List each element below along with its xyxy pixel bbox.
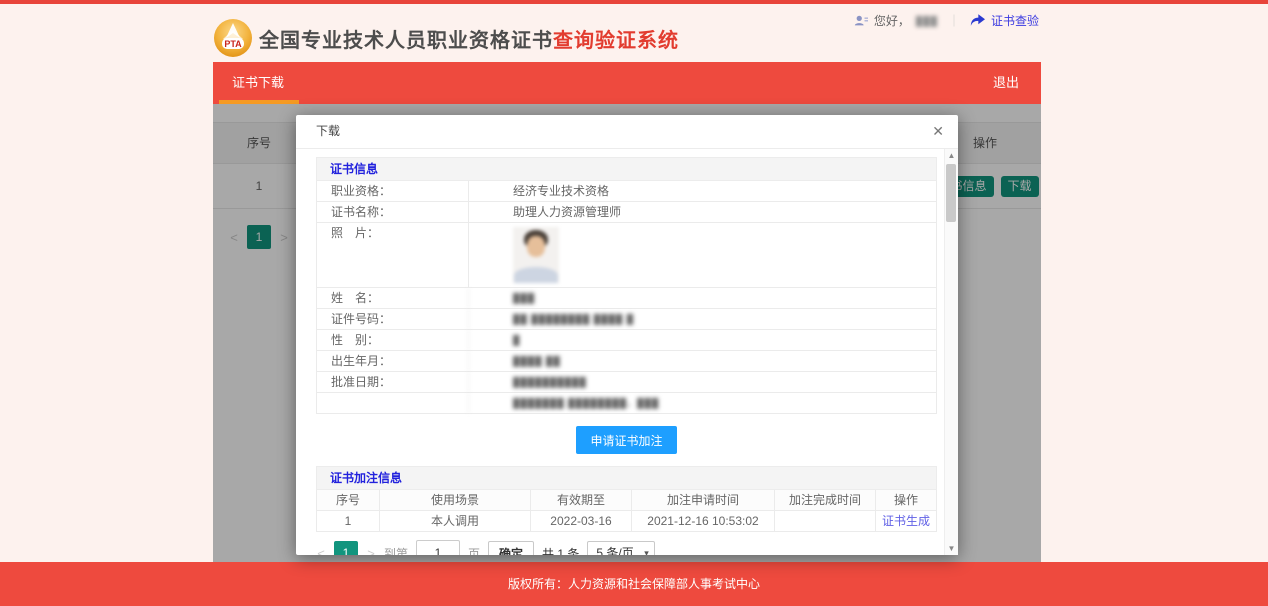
prev-page-arrow[interactable]: < bbox=[316, 546, 326, 556]
jump-label: 到第 bbox=[384, 545, 408, 556]
annotation-section-title: 证书加注信息 bbox=[316, 466, 937, 490]
certificate-verify-link[interactable]: 证书查验 bbox=[991, 12, 1039, 29]
page: PTA 全国专业技术人员职业资格证书查询验证系统 您好， ███ ｜ 证书查验 … bbox=[0, 0, 1268, 606]
info-value-redacted: ████ ██ bbox=[468, 351, 936, 371]
info-label: 性 别： bbox=[317, 330, 468, 350]
info-label: 证书名称： bbox=[317, 202, 468, 222]
info-row-qualification: 职业资格： 经济专业技术资格 bbox=[317, 181, 936, 202]
info-row-cert-name: 证书名称： 助理人力资源管理师 bbox=[317, 202, 936, 223]
userbar-separator: ｜ bbox=[948, 12, 960, 29]
scrollbar-up-icon[interactable]: ▲ bbox=[945, 149, 958, 162]
modal-body: 证书信息 职业资格： 经济专业技术资格 证书名称： 助理人力资源管理师 照 片： bbox=[296, 149, 945, 555]
info-value-redacted: ██ ████████ ████ █ bbox=[468, 309, 936, 329]
scrollbar-down-icon[interactable]: ▼ bbox=[945, 542, 958, 555]
info-row-approval-date: 批准日期： ██████████ bbox=[317, 372, 936, 393]
site-title-accent: 查询验证系统 bbox=[553, 30, 679, 52]
download-modal: 下载 ✕ 证书信息 职业资格： 经济专业技术资格 证书名称： 助理人力资源管理师… bbox=[296, 115, 958, 555]
cell-seq: 1 bbox=[317, 511, 380, 531]
user-icon bbox=[854, 14, 868, 28]
next-page-arrow[interactable]: > bbox=[366, 546, 376, 556]
info-row-id-number: 证件号码： ██ ████████ ████ █ bbox=[317, 309, 936, 330]
tab-certificate-download[interactable]: 证书下载 bbox=[215, 62, 301, 104]
modal-header: 下载 ✕ bbox=[296, 115, 958, 149]
site-title: 全国专业技术人员职业资格证书查询验证系统 bbox=[259, 24, 679, 53]
jump-page-input[interactable] bbox=[416, 540, 460, 555]
col-seq: 序号 bbox=[317, 490, 380, 510]
chevron-down-icon: ▾ bbox=[644, 542, 649, 555]
modal-scrollbar[interactable]: ▲ ▼ bbox=[944, 149, 958, 555]
tab-certificate-download-label: 证书下载 bbox=[232, 75, 284, 90]
page-size-value: 5 条/页 bbox=[596, 546, 633, 555]
close-icon[interactable]: ✕ bbox=[932, 115, 944, 148]
site-title-main: 全国专业技术人员职业资格证书 bbox=[259, 30, 553, 52]
page-size-select[interactable]: 5 条/页 ▾ bbox=[587, 541, 654, 555]
apply-button-row: 申请证书加注 bbox=[316, 426, 937, 454]
col-use-scene: 使用场景 bbox=[380, 490, 531, 510]
info-value-redacted: ███ bbox=[468, 288, 936, 308]
info-value: 助理人力资源管理师 bbox=[468, 202, 936, 222]
col-apply-time: 加注申请时间 bbox=[632, 490, 775, 510]
cell-complete-time bbox=[775, 511, 876, 531]
annotation-table: 序号 使用场景 有效期至 加注申请时间 加注完成时间 操作 1 本人调用 202… bbox=[316, 490, 937, 532]
annotation-table-row: 1 本人调用 2022-03-16 2021-12-16 10:53:02 证书… bbox=[317, 510, 936, 531]
copyright-text: 版权所有：人力资源和社会保障部人事考试中心 bbox=[508, 577, 760, 591]
pta-logo: PTA bbox=[213, 18, 253, 58]
info-label: 照 片： bbox=[317, 223, 468, 287]
logout-button[interactable]: 退出 bbox=[993, 62, 1019, 104]
pta-logo-icon: PTA bbox=[213, 18, 253, 58]
photo-shirt bbox=[514, 267, 558, 283]
info-label: 姓 名： bbox=[317, 288, 468, 308]
svg-text:PTA: PTA bbox=[224, 39, 242, 49]
share-arrow-icon bbox=[970, 14, 985, 27]
info-value-redacted: ███████ ████████，███ bbox=[468, 393, 936, 413]
info-label bbox=[317, 393, 468, 413]
confirm-jump-button[interactable]: 确定 bbox=[488, 541, 534, 555]
info-value: 经济专业技术资格 bbox=[468, 181, 936, 201]
cell-valid-until: 2022-03-16 bbox=[531, 511, 632, 531]
photo-face bbox=[527, 236, 545, 257]
col-action: 操作 bbox=[876, 490, 936, 510]
site-header: PTA 全国专业技术人员职业资格证书查询验证系统 您好， ███ ｜ 证书查验 bbox=[213, 4, 1041, 62]
annotation-pagination: < 1 > 到第 页 确定 共 1 条 5 条/页 ▾ bbox=[316, 540, 937, 555]
info-label: 出生年月： bbox=[317, 351, 468, 371]
info-row-name: 姓 名： ███ bbox=[317, 288, 936, 309]
username-redacted: ███ bbox=[916, 16, 938, 26]
modal-title: 下载 bbox=[316, 124, 340, 138]
info-label: 批准日期： bbox=[317, 372, 468, 392]
info-row-photo: 照 片： bbox=[317, 223, 936, 288]
info-row-birth: 出生年月： ████ ██ bbox=[317, 351, 936, 372]
page-unit-label: 页 bbox=[468, 545, 480, 556]
certificate-generating-link[interactable]: 证书生成中... bbox=[876, 511, 936, 531]
info-label: 证件号码： bbox=[317, 309, 468, 329]
navbar: 证书下载 退出 bbox=[213, 62, 1041, 104]
apply-annotation-button[interactable]: 申请证书加注 bbox=[576, 426, 676, 454]
col-complete-time: 加注完成时间 bbox=[775, 490, 876, 510]
scrollbar-thumb[interactable] bbox=[946, 164, 956, 222]
info-value-redacted: ██████████ bbox=[468, 372, 936, 392]
info-label: 职业资格： bbox=[317, 181, 468, 201]
greeting-text: 您好， bbox=[874, 12, 910, 29]
footer: 版权所有：人力资源和社会保障部人事考试中心 bbox=[0, 562, 1268, 606]
info-value-redacted: █ bbox=[468, 330, 936, 350]
info-row-gender: 性 别： █ bbox=[317, 330, 936, 351]
info-value bbox=[468, 223, 936, 287]
certificate-photo bbox=[513, 227, 559, 283]
cell-apply-time: 2021-12-16 10:53:02 bbox=[632, 511, 775, 531]
annotation-table-header: 序号 使用场景 有效期至 加注申请时间 加注完成时间 操作 bbox=[317, 490, 936, 510]
total-count-label: 共 1 条 bbox=[542, 545, 579, 556]
page-number-button[interactable]: 1 bbox=[334, 541, 358, 555]
info-row-issuer: ███████ ████████，███ bbox=[317, 393, 936, 413]
certificate-info-table: 职业资格： 经济专业技术资格 证书名称： 助理人力资源管理师 照 片： bbox=[316, 181, 937, 414]
col-valid-until: 有效期至 bbox=[531, 490, 632, 510]
user-bar: 您好， ███ ｜ 证书查验 bbox=[854, 12, 1039, 29]
cell-use-scene: 本人调用 bbox=[380, 511, 531, 531]
certificate-info-section-title: 证书信息 bbox=[316, 157, 937, 181]
